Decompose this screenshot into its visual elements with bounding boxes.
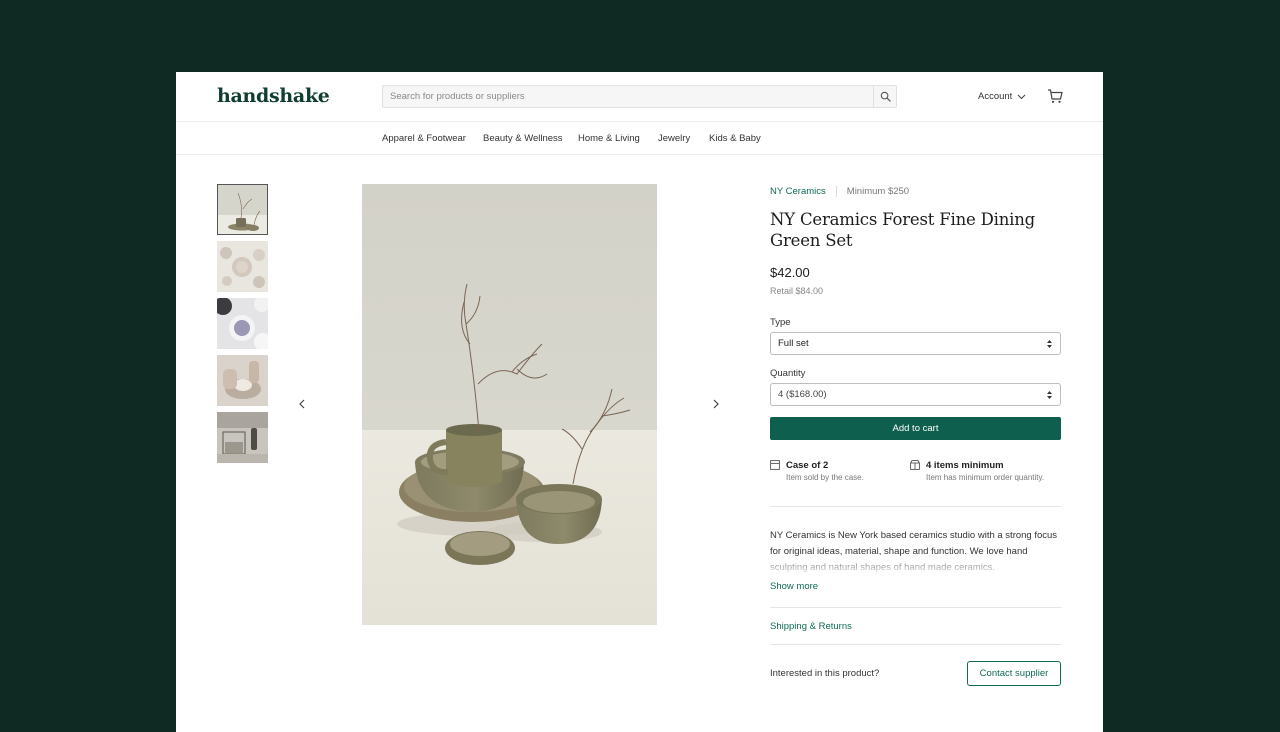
- chevron-down-icon: [1017, 94, 1026, 99]
- quantity-select[interactable]: 4 ($168.00): [770, 383, 1061, 406]
- search-input[interactable]: [383, 86, 873, 107]
- box-icon: [770, 460, 780, 470]
- thumbnail-3[interactable]: [217, 298, 268, 349]
- next-image-button[interactable]: [711, 396, 721, 417]
- nav-item-beauty[interactable]: Beauty & Wellness: [483, 133, 563, 144]
- type-select-value: Full set: [778, 338, 809, 349]
- chevron-right-icon: [713, 399, 719, 409]
- purchase-section: Type Full set Quantity 4 ($168.00) Add t…: [770, 184, 1062, 732]
- type-label: Type: [770, 317, 791, 328]
- divider: [770, 506, 1061, 507]
- thumbnail-image: [217, 241, 268, 292]
- quantity-label: Quantity: [770, 368, 806, 379]
- case-info-subtitle: Item sold by the case.: [786, 473, 864, 482]
- divider: [770, 644, 1061, 645]
- thumbnail-2[interactable]: [217, 241, 268, 292]
- nav-item-jewelry[interactable]: Jewelry: [658, 133, 690, 144]
- cart-icon: [1048, 89, 1063, 103]
- minimum-info-title: 4 items minimum: [926, 460, 1004, 471]
- minimum-info-subtitle: Item has minimum order quantity.: [926, 473, 1045, 482]
- search-icon: [880, 91, 891, 102]
- search-bar: [382, 85, 897, 108]
- chevron-left-icon: [299, 399, 305, 409]
- nav-item-home[interactable]: Home & Living: [578, 133, 640, 144]
- logo[interactable]: handshake: [217, 85, 330, 107]
- nav-item-kids[interactable]: Kids & Baby: [709, 133, 761, 144]
- interested-text: Interested in this product?: [770, 668, 880, 679]
- account-label: Account: [978, 91, 1013, 102]
- search-button[interactable]: [873, 86, 896, 107]
- case-info-title: Case of 2: [786, 460, 829, 471]
- case-info: Case of 2 Item sold by the case.: [770, 460, 864, 482]
- minimum-info: 4 items minimum Item has minimum order q…: [910, 460, 1044, 482]
- select-arrows-icon: [1047, 390, 1052, 399]
- divider: [770, 607, 1061, 608]
- thumbnail-image: [217, 298, 268, 349]
- nav-item-apparel[interactable]: Apparel & Footwear: [382, 133, 466, 144]
- thumbnail-image: [218, 185, 267, 234]
- store-icon: [910, 460, 920, 470]
- product-photo: [362, 184, 657, 625]
- show-more-link[interactable]: Show more: [770, 581, 818, 592]
- main-product-image: [362, 184, 657, 625]
- thumbnail-image: [217, 355, 268, 406]
- product-page: handshake Account Apparel: [176, 72, 1103, 732]
- previous-image-button[interactable]: [297, 396, 307, 417]
- add-to-cart-button[interactable]: Add to cart: [770, 417, 1061, 440]
- quantity-select-value: 4 ($168.00): [778, 389, 827, 400]
- type-select[interactable]: Full set: [770, 332, 1061, 355]
- site-header: handshake Account: [176, 72, 1103, 122]
- contact-supplier-button[interactable]: Contact supplier: [967, 661, 1061, 686]
- thumbnail-1[interactable]: [217, 184, 268, 235]
- cart-button[interactable]: [1047, 88, 1063, 109]
- category-nav: Apparel & Footwear Beauty & Wellness Hom…: [176, 122, 1103, 155]
- thumbnail-4[interactable]: [217, 355, 268, 406]
- thumbnail-image: [217, 412, 268, 463]
- description-fade: [770, 554, 1061, 576]
- shipping-returns-link[interactable]: Shipping & Returns: [770, 621, 852, 632]
- account-menu[interactable]: Account: [978, 91, 1026, 102]
- thumbnail-5[interactable]: [217, 412, 268, 463]
- select-arrows-icon: [1047, 339, 1052, 348]
